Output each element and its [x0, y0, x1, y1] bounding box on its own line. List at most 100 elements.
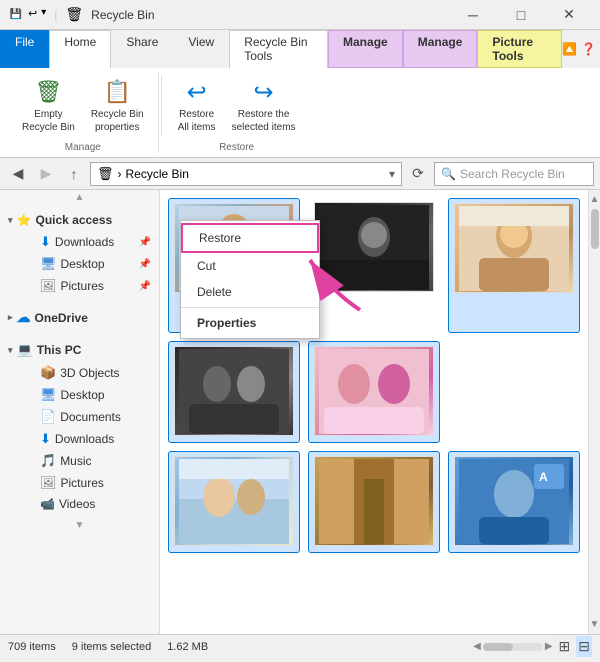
thumb-item-2[interactable]: [308, 198, 440, 333]
sidebar-item-pictures-quick[interactable]: 🖼 Pictures 📌: [24, 275, 159, 297]
empty-recycle-bin-button[interactable]: 🗑 EmptyRecycle Bin: [16, 72, 81, 138]
close-button[interactable]: ✕: [546, 0, 592, 30]
quick-save-icon[interactable]: 💾: [8, 7, 24, 23]
ribbon-content: 🗑 EmptyRecycle Bin 📋 Recycle Binproperti…: [0, 68, 600, 158]
path-dropdown-icon[interactable]: ▾: [389, 167, 395, 181]
sidebar-onedrive-header[interactable]: ▸ ☁ OneDrive: [0, 305, 159, 330]
thumb-item-3[interactable]: [448, 198, 580, 333]
sidebar-item-downloads[interactable]: ⬇ Downloads: [24, 428, 159, 450]
address-path[interactable]: 🗑 › Recycle Bin ▾: [90, 162, 402, 186]
path-recycle-bin: Recycle Bin: [126, 167, 189, 181]
thumb-item-7[interactable]: [308, 451, 440, 553]
restore-all-items-button[interactable]: ↩ RestoreAll items: [172, 72, 222, 138]
ribbon-tabs: File Home Share View Recycle Bin Tools M…: [0, 30, 600, 68]
context-menu: Restore Cut Delete Properties: [180, 220, 320, 339]
pictures-label: Pictures: [61, 476, 104, 490]
hscroll-right[interactable]: ▶: [545, 641, 553, 652]
restore-group-label: Restore: [219, 142, 254, 153]
thumb-item-4[interactable]: [168, 341, 300, 443]
thumb-item-8[interactable]: A: [448, 451, 580, 553]
downloads-icon: ⬇: [40, 234, 51, 250]
pictures-icon: 🖼: [40, 278, 57, 294]
ribbon-group-restore: ↩ RestoreAll items ↪ Restore theselected…: [164, 72, 310, 153]
desktop-thispc-label: Desktop: [61, 388, 105, 402]
hscroll-thumb[interactable]: [483, 643, 513, 651]
sidebar-thispc-header[interactable]: ▾ 💻 This PC: [0, 338, 159, 362]
tab-picture-tools[interactable]: Picture Tools: [477, 30, 562, 68]
thumb-img-5: [314, 346, 434, 436]
sidebar-thispc-section: ▾ 💻 This PC 📦 3D Objects 🖥 Desktop 📄 Doc…: [0, 334, 159, 518]
thispc-label: This PC: [37, 343, 82, 357]
ribbon-group-manage: 🗑 EmptyRecycle Bin 📋 Recycle Binproperti…: [8, 72, 159, 153]
main-layout: ▲ ▾ ⭐ Quick access ⬇ Downloads 📌 🖥 Deskt…: [0, 190, 600, 634]
minimize-button[interactable]: ─: [450, 0, 496, 30]
restore-selected-label: Restore theselected items: [232, 108, 296, 134]
undo-icon[interactable]: ↩: [28, 7, 37, 23]
desktop-quick-label: Desktop: [61, 257, 105, 271]
ribbon-collapse-icon[interactable]: 🔼: [562, 42, 577, 56]
tab-manage-1[interactable]: Manage: [328, 30, 403, 68]
sidebar-item-desktop-quick[interactable]: 🖥 Desktop 📌: [24, 253, 159, 275]
restore-selected-items-button[interactable]: ↪ Restore theselected items: [226, 72, 302, 138]
sidebar-item-documents[interactable]: 📄 Documents: [24, 406, 159, 428]
empty-recycle-bin-label: EmptyRecycle Bin: [22, 108, 75, 134]
tab-file[interactable]: File: [0, 30, 49, 68]
dropdown-icon[interactable]: ▾: [41, 7, 46, 23]
maximize-button[interactable]: □: [498, 0, 544, 30]
ribbon-separator-1: [161, 76, 162, 136]
sidebar-onedrive-section: ▸ ☁ OneDrive: [0, 301, 159, 334]
thispc-expand-icon: ▾: [8, 345, 13, 356]
tab-share[interactable]: Share: [111, 30, 173, 68]
thumb-item-5[interactable]: [308, 341, 440, 443]
content-area: Restore Cut Delete Properties: [160, 190, 588, 634]
thumb-img-4: [174, 346, 294, 436]
tab-recycle-bin-tools[interactable]: Recycle Bin Tools: [229, 30, 328, 68]
thumb-item-6[interactable]: [168, 451, 300, 553]
title-bar-separator: |: [54, 8, 57, 22]
scroll-thumb[interactable]: [591, 209, 599, 249]
recycle-bin-properties-button[interactable]: 📋 Recycle Binproperties: [85, 72, 150, 138]
horizontal-scrollbar[interactable]: ◀ ▶: [473, 636, 552, 657]
sidebar-item-music[interactable]: 🎵 Music: [24, 450, 159, 472]
sidebar-item-downloads-quick[interactable]: ⬇ Downloads 📌: [24, 231, 159, 253]
tab-home[interactable]: Home: [49, 30, 111, 68]
scrollbar-right[interactable]: ▲ ▼: [588, 190, 600, 634]
sidebar-item-desktop[interactable]: 🖥 Desktop: [24, 384, 159, 406]
quick-access-expand-icon: ▾: [8, 215, 13, 226]
empty-recycle-bin-icon: 🗑: [32, 76, 64, 108]
sidebar-quick-access-header[interactable]: ▾ ⭐ Quick access: [0, 209, 159, 231]
title-bar-quick-access-icons: 💾 ↩ ▾: [8, 7, 46, 23]
thumb-img-3: [454, 203, 574, 293]
sidebar: ▲ ▾ ⭐ Quick access ⬇ Downloads 📌 🖥 Deskt…: [0, 190, 160, 634]
refresh-button[interactable]: ⟳: [406, 162, 430, 186]
sidebar-scroll-down[interactable]: ▼: [0, 518, 159, 533]
sidebar-item-3d-objects[interactable]: 📦 3D Objects: [24, 362, 159, 384]
context-menu-cut[interactable]: Cut: [181, 253, 319, 279]
scroll-up-arrow[interactable]: ▲: [590, 194, 600, 205]
back-button[interactable]: ◀: [6, 162, 30, 186]
search-box[interactable]: 🔍 Search Recycle Bin: [434, 162, 594, 186]
tab-view[interactable]: View: [173, 30, 229, 68]
help-icon[interactable]: ❓: [581, 42, 596, 56]
title-bar-controls: ─ □ ✕: [450, 0, 592, 30]
thispc-items: 📦 3D Objects 🖥 Desktop 📄 Documents ⬇ Dow…: [0, 362, 159, 514]
sidebar-item-pictures[interactable]: 🖼 Pictures: [24, 472, 159, 494]
tab-manage-2[interactable]: Manage: [403, 30, 478, 68]
scroll-down-arrow[interactable]: ▼: [590, 619, 600, 630]
hscroll-left[interactable]: ◀: [473, 641, 481, 652]
sidebar-item-videos[interactable]: 📹 Videos: [24, 494, 159, 514]
documents-label: Documents: [60, 410, 121, 424]
context-menu-delete[interactable]: Delete: [181, 279, 319, 305]
hscroll-track[interactable]: [483, 643, 543, 651]
music-label: Music: [60, 454, 91, 468]
thumb-img-7: [314, 456, 434, 546]
context-menu-restore[interactable]: Restore: [181, 223, 319, 253]
context-menu-properties[interactable]: Properties: [181, 310, 319, 336]
restore-all-label: RestoreAll items: [178, 108, 216, 134]
forward-button[interactable]: ▶: [34, 162, 58, 186]
up-button[interactable]: ↑: [62, 162, 86, 186]
properties-icon: 📋: [101, 76, 133, 108]
view-details-button[interactable]: ⊟: [576, 636, 592, 657]
sidebar-scroll-up[interactable]: ▲: [0, 190, 159, 205]
view-list-button[interactable]: ⊞: [557, 636, 573, 657]
